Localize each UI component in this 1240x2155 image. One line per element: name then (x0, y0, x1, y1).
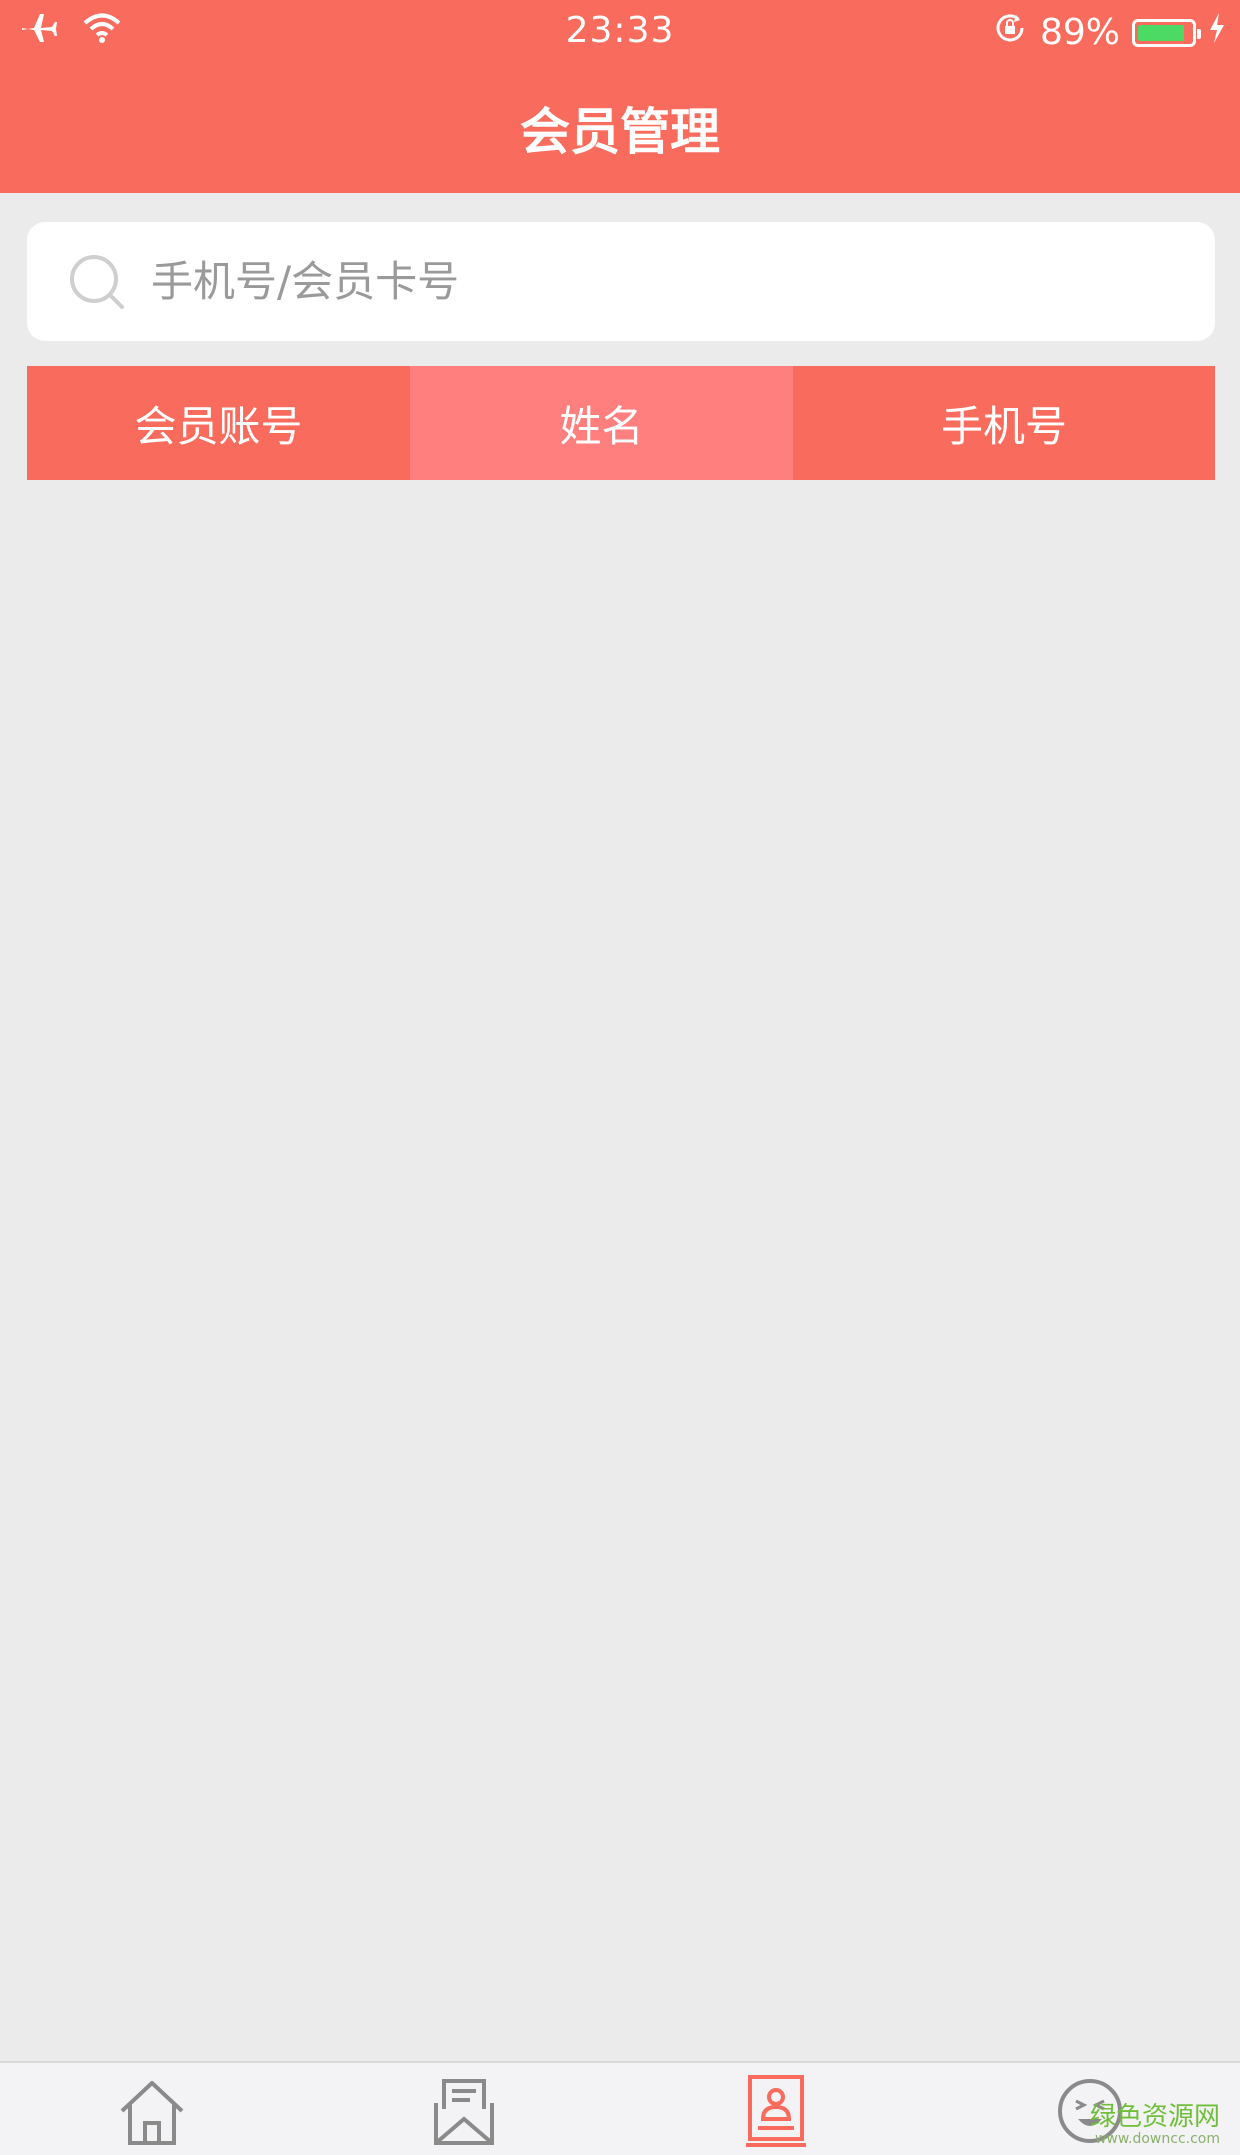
tab-mail[interactable] (424, 2073, 504, 2149)
search-bar[interactable] (27, 222, 1215, 341)
watermark-url: www.downcc.com (1094, 2130, 1220, 2147)
header-bar: 23:33 89% 会员管理 (0, 0, 1240, 193)
search-icon (67, 252, 127, 312)
battery-percent: 89% (1039, 12, 1120, 53)
tab-members[interactable] (736, 2073, 816, 2149)
battery-fill (1138, 24, 1185, 41)
tab-home[interactable] (112, 2073, 192, 2149)
status-bar: 23:33 89% (0, 0, 1240, 62)
table-header: 会员账号 姓名 手机号 (27, 366, 1215, 480)
watermark: 绿色资源网 www.downcc.com (1090, 2103, 1220, 2147)
battery-icon (1132, 18, 1201, 47)
mail-icon (434, 2079, 494, 2145)
search-input[interactable] (149, 256, 1133, 307)
home-icon (120, 2081, 184, 2145)
charging-icon (1208, 12, 1226, 53)
tab-bar: 绿色资源网 www.downcc.com (0, 2061, 1240, 2155)
column-header-name[interactable]: 姓名 (410, 366, 793, 480)
column-header-phone[interactable]: 手机号 (793, 366, 1215, 480)
column-header-account[interactable]: 会员账号 (27, 366, 410, 480)
watermark-brand: 绿色资源网 (1089, 2102, 1220, 2133)
rotation-lock-icon (992, 10, 1028, 55)
member-card-icon (746, 2075, 806, 2147)
page-title: 会员管理 (520, 103, 720, 161)
